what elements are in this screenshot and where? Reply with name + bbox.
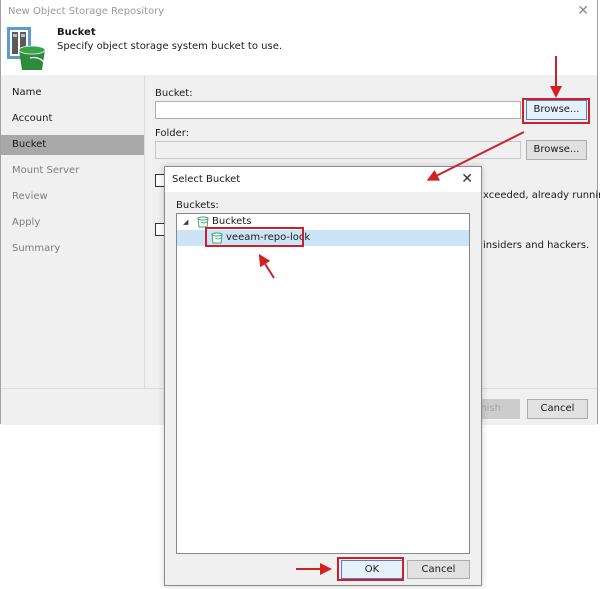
nav-step-account[interactable]: Account (1, 109, 144, 129)
folder-input[interactable] (155, 141, 521, 159)
dialog-cancel-button[interactable]: Cancel (407, 560, 470, 579)
option2-description: insiders and hackers. (483, 240, 590, 251)
close-icon[interactable]: ✕ (577, 3, 589, 19)
folder-label: Folder: (155, 128, 190, 139)
bucket-label: Bucket: (155, 88, 193, 99)
highlight-browse-button (522, 98, 590, 124)
nav-step-bucket[interactable]: Bucket (1, 135, 144, 155)
nav-step-summary: Summary (12, 243, 61, 254)
window-titlebar: New Object Storage Repository ✕ (1, 0, 597, 24)
wizard-step-nav: Name Account Bucket Mount Server Review … (1, 76, 145, 388)
wizard-cancel-button[interactable]: Cancel (527, 399, 588, 419)
buckets-label: Buckets: (176, 200, 219, 211)
folder-browse-button[interactable]: Browse... (526, 140, 587, 160)
window-title: New Object Storage Repository (8, 6, 165, 17)
nav-step-name[interactable]: Name (1, 83, 144, 103)
wizard-header: Bucket Specify object storage system buc… (1, 24, 597, 75)
buckets-tree[interactable]: ◢ Buckets veeam-repo-lock (176, 213, 470, 554)
option1-description: xceeded, already running (483, 190, 600, 201)
expand-triangle-icon[interactable]: ◢ (183, 214, 188, 230)
nav-step-mount-server: Mount Server (12, 165, 80, 176)
highlight-veeam-repo-lock (205, 227, 304, 247)
dialog-close-icon[interactable]: ✕ (461, 171, 473, 187)
dialog-title: Select Bucket (172, 174, 241, 185)
step-description: Specify object storage system bucket to … (57, 41, 283, 52)
dialog-titlebar: Select Bucket ✕ (165, 167, 481, 192)
nav-step-review: Review (12, 191, 48, 202)
step-title: Bucket (57, 27, 96, 38)
nav-step-apply: Apply (12, 217, 41, 228)
object-storage-bucket-icon (7, 27, 46, 70)
highlight-ok-button (337, 557, 404, 581)
bucket-input[interactable] (155, 101, 521, 119)
